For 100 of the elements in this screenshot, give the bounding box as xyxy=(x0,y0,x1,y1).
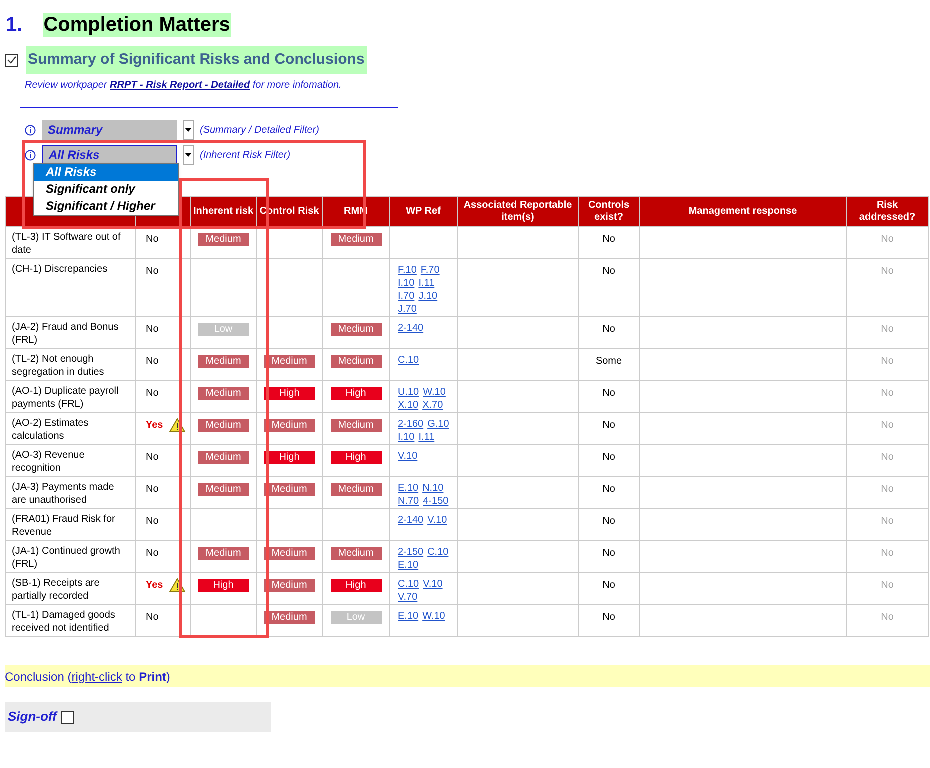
rating-badge: High xyxy=(264,451,315,464)
rating-badge: Medium xyxy=(264,483,315,496)
workpaper-ref-link[interactable]: I.70 xyxy=(398,290,415,303)
print-link[interactable]: right-click xyxy=(72,670,122,684)
workpaper-ref-link[interactable]: I.10 xyxy=(398,431,415,444)
column-header: WP Ref xyxy=(390,196,458,226)
rating-badge: Medium xyxy=(330,323,382,336)
workpaper-ref-link[interactable]: C.10 xyxy=(428,546,449,559)
workpaper-ref-link[interactable]: I.10 xyxy=(398,277,415,290)
workpaper-ref-link[interactable]: N.70 xyxy=(398,495,420,508)
rating-badge: Medium xyxy=(264,579,315,592)
risk-name: (CH-1) Discrepancies xyxy=(12,263,109,276)
risk-addressed-value: No xyxy=(881,580,894,591)
filter-dropdown[interactable]: Summary xyxy=(42,120,177,140)
controls-exist-value: No xyxy=(602,452,616,463)
risk-name: (JA-2) Fraud and Bonus (FRL) xyxy=(12,321,120,347)
risk-addressed-value: No xyxy=(881,612,894,623)
column-header: Inherent risk xyxy=(190,196,256,226)
rating-badge: High xyxy=(330,451,382,464)
risk-name: (TL-1) Damaged goods received not identified xyxy=(12,609,116,635)
workpaper-ref-link[interactable]: V.10 xyxy=(423,578,443,591)
rating-badge: Medium xyxy=(330,547,382,560)
rating-badge: High xyxy=(198,579,249,592)
section-title: Completion Matters xyxy=(42,13,232,37)
significant-value: No xyxy=(146,483,159,497)
column-header: Management response xyxy=(640,196,846,226)
workpaper-link[interactable]: RRPT - Risk Report - Detailed xyxy=(110,80,250,91)
rating-badge: Low xyxy=(198,323,249,336)
workpaper-ref-link[interactable]: 2-160 xyxy=(398,418,424,431)
workpaper-ref-link[interactable]: E.10 xyxy=(398,610,419,623)
checkbox[interactable] xyxy=(5,54,18,66)
workpaper-ref-link[interactable]: E.10 xyxy=(398,482,419,495)
rating-badge: Medium xyxy=(198,387,249,400)
risk-name: (SB-1) Receipts are partially recorded xyxy=(12,577,101,603)
significant-value: No xyxy=(146,387,159,401)
controls-exist-value: No xyxy=(602,548,616,559)
filter-dropdown[interactable]: All Risks xyxy=(42,145,177,165)
rating-badge: Medium xyxy=(264,419,315,432)
workpaper-ref-link[interactable]: U.10 xyxy=(398,386,420,399)
workpaper-ref-link[interactable]: X.10 xyxy=(398,399,419,412)
workpaper-ref-link[interactable]: F.10 xyxy=(398,264,417,277)
workpaper-ref-link[interactable]: I.11 xyxy=(418,431,435,444)
workpaper-ref-link[interactable]: E.10 xyxy=(398,559,419,572)
rating-badge: Medium xyxy=(198,419,249,432)
significant-value: No xyxy=(146,547,159,561)
warning-icon xyxy=(169,578,186,593)
rating-badge: Medium xyxy=(198,233,249,246)
significant-value: No xyxy=(146,611,159,625)
workpaper-ref-link[interactable]: W.10 xyxy=(423,386,446,399)
workpaper-ref-link[interactable]: F.70 xyxy=(420,264,440,277)
controls-exist-value: No xyxy=(602,266,616,277)
workpaper-ref-link[interactable]: J.10 xyxy=(418,290,438,303)
workpaper-ref-link[interactable]: 2-140 xyxy=(398,514,424,527)
workpaper-ref-link[interactable]: I.11 xyxy=(418,277,435,290)
workpaper-ref-link[interactable]: 2-150 xyxy=(398,546,424,559)
risk-name: (AO-1) Duplicate payroll payments (FRL) xyxy=(12,385,120,411)
dropdown-option[interactable]: All Risks xyxy=(34,164,178,181)
significant-value: No xyxy=(146,515,159,529)
workpaper-ref-link[interactable]: W.10 xyxy=(422,610,446,623)
rating-badge: Medium xyxy=(198,547,249,560)
significant-value: No xyxy=(146,323,159,337)
risk-name: (AO-3) Revenue recognition xyxy=(12,449,86,475)
significant-value: Yes xyxy=(146,419,164,433)
dropdown-option[interactable]: Significant / Higher xyxy=(34,198,178,215)
workpaper-ref-link[interactable]: G.10 xyxy=(428,418,450,431)
conclusion-text: Conclusion (right-click to Print) xyxy=(5,669,170,686)
rating-badge: Medium xyxy=(198,483,249,496)
workpaper-ref-link[interactable]: C.10 xyxy=(398,578,420,591)
workpaper-ref-link[interactable]: 4-150 xyxy=(423,495,449,508)
risk-addressed-value: No xyxy=(881,324,894,335)
info-icon[interactable] xyxy=(25,124,36,136)
workpaper-ref-link[interactable]: 2-140 xyxy=(398,322,424,335)
column-header: Risk addressed? xyxy=(846,196,928,226)
signoff-label: Sign-off xyxy=(8,708,57,726)
controls-exist-value: Some xyxy=(596,356,622,367)
risk-name: (AO-2) Estimates calculations xyxy=(12,417,90,443)
significant-value: No xyxy=(146,355,159,369)
workpaper-ref-link[interactable]: J.70 xyxy=(398,303,417,316)
dropdown-option[interactable]: Significant only xyxy=(34,181,178,198)
workpaper-ref-link[interactable]: C.10 xyxy=(398,354,420,367)
risk-name: (TL-3) IT Software out of date xyxy=(12,231,122,257)
risk-name: (JA-1) Continued growth (FRL) xyxy=(12,545,122,571)
info-icon[interactable] xyxy=(25,150,36,160)
rating-badge: Medium xyxy=(330,483,382,496)
workpaper-ref-link[interactable]: X.70 xyxy=(422,399,444,412)
rating-badge: Medium xyxy=(264,355,315,368)
workpaper-ref-link[interactable]: V.70 xyxy=(398,591,418,604)
filter-hint: (Inherent Risk Filter) xyxy=(200,148,291,162)
rating-badge: Medium xyxy=(264,611,315,624)
section-number: 1. xyxy=(6,13,23,38)
summary-title: Summary of Significant Risks and Conclusions xyxy=(26,46,367,74)
signoff-checkbox[interactable] xyxy=(60,710,74,724)
rating-badge: Medium xyxy=(330,419,382,432)
rating-badge: Medium xyxy=(330,233,382,246)
rating-badge: Low xyxy=(330,611,382,624)
rating-badge: Medium xyxy=(330,355,382,368)
column-header: Associated Reportable item(s) xyxy=(458,196,578,226)
workpaper-ref-link[interactable]: V.10 xyxy=(398,450,418,463)
workpaper-ref-link[interactable]: V.10 xyxy=(428,514,448,527)
workpaper-ref-link[interactable]: N.10 xyxy=(422,482,444,495)
